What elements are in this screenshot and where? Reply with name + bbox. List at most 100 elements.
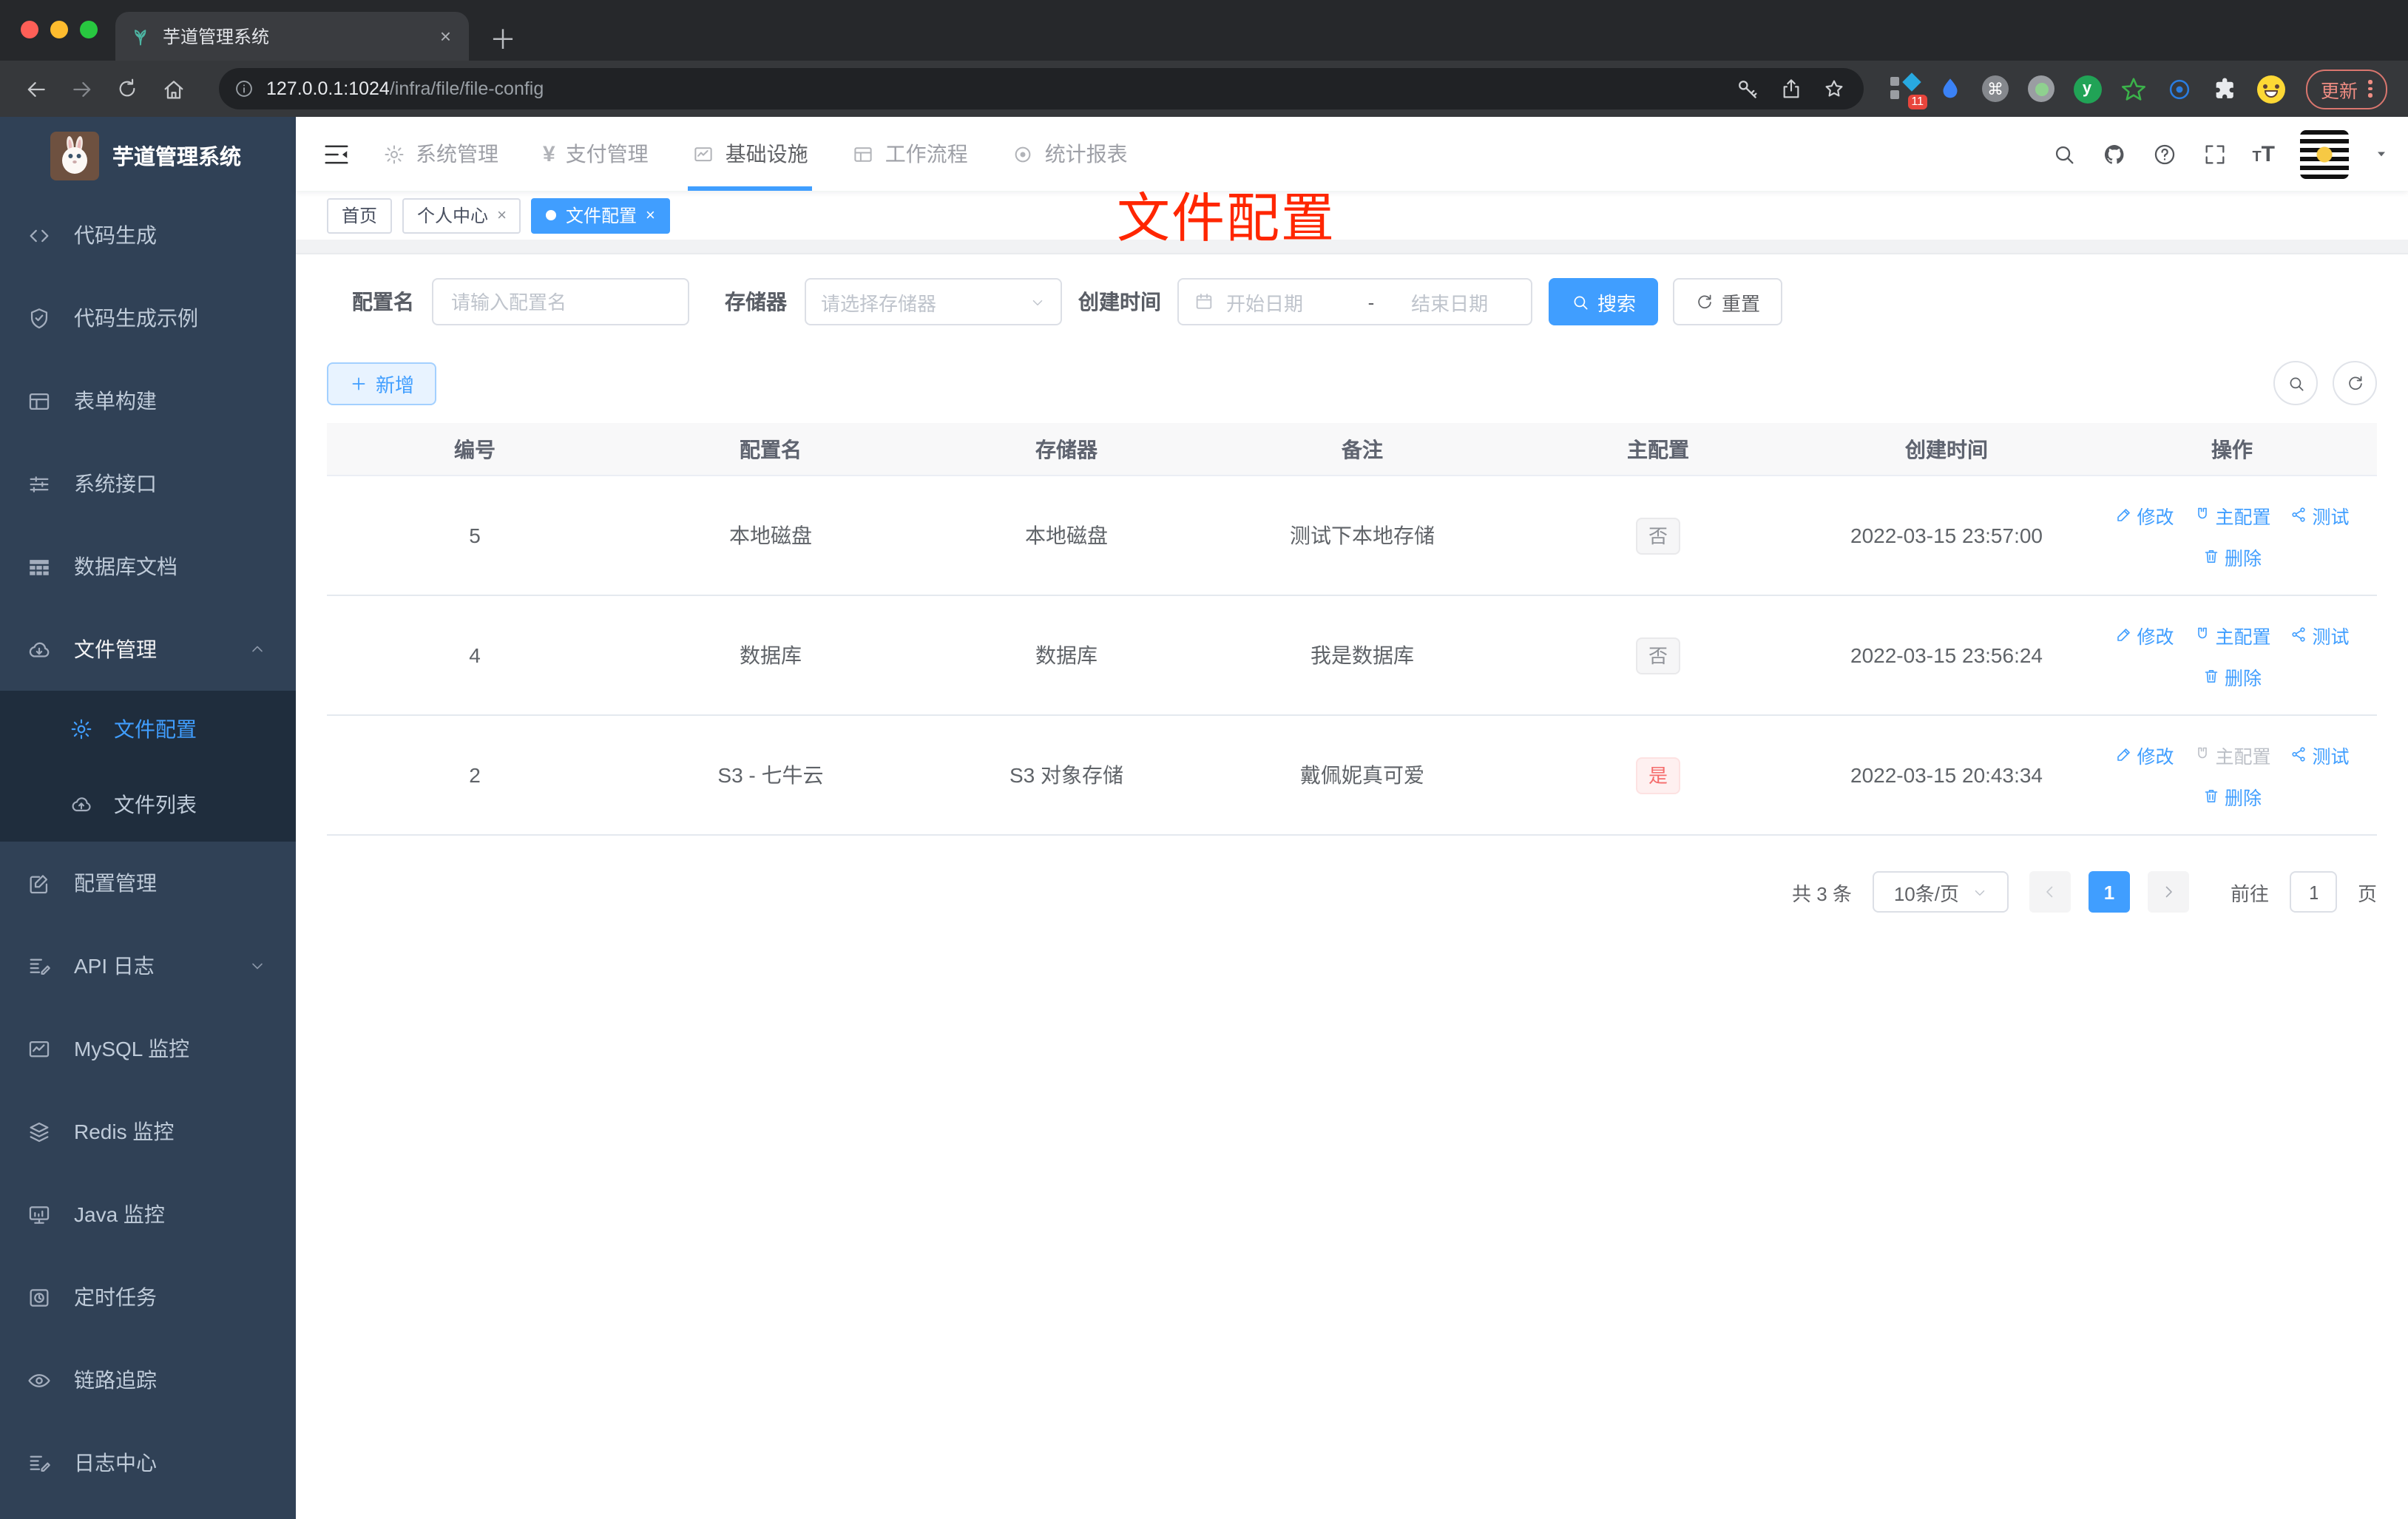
test-link[interactable]: 测试 <box>2290 620 2350 649</box>
sidebar-item-db-doc[interactable]: 数据库文档 <box>0 525 296 608</box>
delete-link[interactable]: 删除 <box>2202 542 2262 570</box>
sidebar-item-scheduled-task[interactable]: 定时任务 <box>0 1256 296 1339</box>
storage-select[interactable]: 请选择存储器 <box>805 278 1062 325</box>
nav-item-report[interactable]: 统计报表 <box>1012 117 1128 191</box>
tag-close-icon[interactable]: × <box>646 206 655 224</box>
extension-y-icon[interactable]: y <box>2072 74 2102 104</box>
close-window-button[interactable] <box>21 21 38 38</box>
sidebar-item-form-builder[interactable]: 表单构建 <box>0 359 296 442</box>
sidebar-item-file-list[interactable]: 文件列表 <box>0 766 296 842</box>
search-button[interactable]: 搜索 <box>1549 278 1658 325</box>
browser-tab[interactable]: 芋道管理系统 × <box>115 12 469 61</box>
edit-link[interactable]: 修改 <box>2114 620 2174 649</box>
next-page-button[interactable] <box>2147 871 2189 913</box>
current-page[interactable]: 1 <box>2088 871 2130 913</box>
prev-page-button[interactable] <box>2029 871 2071 913</box>
password-key-icon[interactable] <box>1735 76 1760 101</box>
search-icon[interactable] <box>2051 141 2076 166</box>
toggle-search-button[interactable] <box>2273 361 2318 405</box>
extension-dot-icon[interactable] <box>2026 74 2056 104</box>
tag-close-icon[interactable]: × <box>497 206 507 224</box>
page-size-select[interactable]: 10条/页 <box>1872 871 2009 913</box>
sidebar-item-code-gen[interactable]: 代码生成 <box>0 194 296 277</box>
add-button[interactable]: 新增 <box>327 362 436 405</box>
address-bar[interactable]: 127.0.0.1:1024/infra/file/file-config <box>219 68 1864 109</box>
tab-close-icon[interactable]: × <box>437 25 454 47</box>
bookmark-star-icon[interactable] <box>1822 77 1846 101</box>
total-count: 共 3 条 <box>1792 882 1852 904</box>
table-toolbar: 新增 <box>327 361 2377 405</box>
page-content: 文件配置 配置名 存储器 请选择存储器 创建时间 开始日期 - 结 <box>296 188 2408 1519</box>
reload-icon[interactable] <box>109 71 145 106</box>
sidebar-item-system-api[interactable]: 系统接口 <box>0 442 296 525</box>
sidebar-item-config-manage[interactable]: 配置管理 <box>0 842 296 924</box>
sidebar-item-file-config[interactable]: 文件配置 <box>0 691 296 766</box>
new-tab-button[interactable]: ＋ <box>490 27 516 53</box>
nav-item-payment[interactable]: ¥ 支付管理 <box>543 117 649 191</box>
nav-item-workflow[interactable]: 工作流程 <box>853 117 968 191</box>
end-date-placeholder[interactable]: 结束日期 <box>1383 288 1516 316</box>
gear-icon <box>70 717 93 740</box>
nav-item-system[interactable]: 系统管理 <box>383 117 498 191</box>
browser-toolbar: 127.0.0.1:1024/infra/file/file-config 11… <box>0 61 2408 117</box>
chrome-update-button[interactable]: 更新 <box>2306 69 2387 109</box>
sidebar-item-trace[interactable]: 链路追踪 <box>0 1339 296 1421</box>
delete-link[interactable]: 删除 <box>2202 782 2262 810</box>
browser-menu-icon[interactable] <box>2368 80 2373 98</box>
sidebar-item-api-log[interactable]: API 日志 <box>0 924 296 1007</box>
edit-link[interactable]: 修改 <box>2114 501 2174 529</box>
extension-drop-icon[interactable] <box>1935 74 1964 104</box>
refresh-table-button[interactable] <box>2333 361 2377 405</box>
test-link[interactable]: 测试 <box>2290 501 2350 529</box>
site-info-icon[interactable] <box>234 78 254 99</box>
sidebar-item-java-monitor[interactable]: Java 监控 <box>0 1173 296 1256</box>
cloud-upload-icon <box>70 792 93 816</box>
avatar-caret-icon[interactable] <box>2374 146 2389 161</box>
config-name-input[interactable] <box>432 278 689 325</box>
trash-icon <box>2202 667 2220 685</box>
avatar[interactable] <box>2300 129 2349 178</box>
extension-target-icon[interactable] <box>2164 74 2194 104</box>
tag-profile[interactable]: 个人中心 × <box>402 197 521 233</box>
maximize-window-button[interactable] <box>80 21 98 38</box>
extension-smiley-icon[interactable] <box>2256 74 2285 104</box>
sidebar-item-redis-monitor[interactable]: Redis 监控 <box>0 1090 296 1173</box>
refresh-icon <box>2345 373 2364 393</box>
extension-puzzle-icon[interactable] <box>2210 74 2239 104</box>
sidebar-item-log-center[interactable]: 日志中心 <box>0 1421 296 1504</box>
sidebar-item-mysql-monitor[interactable]: MySQL 监控 <box>0 1007 296 1090</box>
nav-item-infra[interactable]: 基础设施 <box>688 117 813 191</box>
briefcase-icon <box>853 143 875 165</box>
font-size-icon[interactable]: TT <box>2252 141 2275 166</box>
chevron-down-icon <box>1029 294 1046 310</box>
fullscreen-icon[interactable] <box>2202 141 2227 166</box>
edit-link[interactable]: 修改 <box>2114 740 2174 768</box>
goto-page-input[interactable] <box>2289 871 2337 913</box>
refresh-icon <box>1695 292 1714 311</box>
sidebar-item-file-manage[interactable]: 文件管理 <box>0 608 296 691</box>
tag-file-config[interactable]: 文件配置 × <box>531 197 670 233</box>
date-range-picker[interactable]: 开始日期 - 结束日期 <box>1177 278 1532 325</box>
master-config-link[interactable]: 主配置 <box>2193 620 2271 649</box>
start-date-placeholder[interactable]: 开始日期 <box>1226 288 1359 316</box>
extension-star-icon[interactable] <box>2118 74 2148 104</box>
forward-icon[interactable] <box>64 71 99 106</box>
file-config-table: 编号 配置名 存储器 备注 主配置 创建时间 操作 5 本地磁盘 本地磁盘 测试… <box>327 423 2377 836</box>
app-logo-row[interactable]: 芋道管理系统 <box>0 117 296 194</box>
test-link[interactable]: 测试 <box>2290 740 2350 768</box>
help-icon[interactable] <box>2151 141 2177 166</box>
reset-button[interactable]: 重置 <box>1673 278 1782 325</box>
home-icon[interactable] <box>155 71 191 106</box>
tag-home[interactable]: 首页 <box>327 197 393 233</box>
extension-command-icon[interactable]: ⌘ <box>1981 74 2010 104</box>
share-icon[interactable] <box>1779 77 1803 101</box>
sidebar-item-code-demo[interactable]: 代码生成示例 <box>0 277 296 359</box>
master-config-link[interactable]: 主配置 <box>2193 501 2271 529</box>
github-icon[interactable] <box>2101 141 2126 166</box>
back-icon[interactable] <box>18 71 53 106</box>
minimize-window-button[interactable] <box>50 21 68 38</box>
sidebar-collapse-icon[interactable] <box>322 140 351 168</box>
annotation-overlay-text: 文件配置 <box>1117 188 1336 248</box>
delete-link[interactable]: 删除 <box>2202 662 2262 690</box>
extension-grid-icon[interactable]: 11 <box>1889 72 1927 109</box>
